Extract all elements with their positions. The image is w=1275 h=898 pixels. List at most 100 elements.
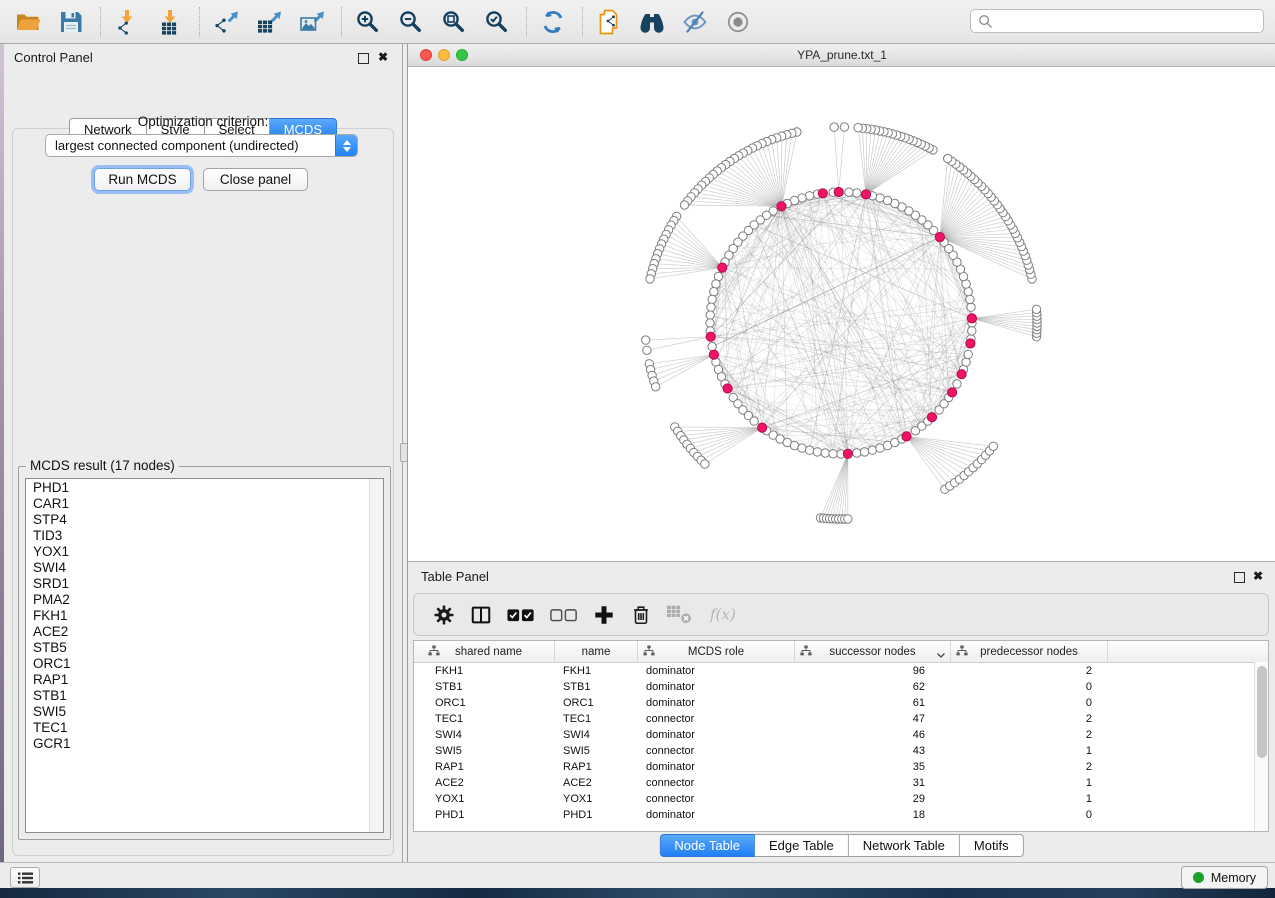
import-network-icon[interactable] bbox=[111, 6, 143, 38]
function-builder-icon: f(x) bbox=[708, 602, 742, 628]
list-item[interactable]: TID3 bbox=[26, 528, 383, 544]
close-panel-button[interactable]: Close panel bbox=[203, 168, 308, 191]
table-row[interactable]: YOX1YOX1connector291 bbox=[414, 791, 1268, 807]
table-cell: SWI4 bbox=[555, 729, 638, 741]
table-cell: PHD1 bbox=[423, 809, 555, 821]
table-cell: 2 bbox=[951, 761, 1108, 773]
list-item[interactable]: STP4 bbox=[26, 512, 383, 528]
import-table-icon[interactable] bbox=[154, 6, 186, 38]
zoom-selected-icon[interactable] bbox=[481, 6, 513, 38]
show-graphics-icon[interactable] bbox=[722, 6, 754, 38]
deselect-all-icon[interactable] bbox=[550, 602, 578, 628]
table-row[interactable]: STB1STB1dominator620 bbox=[414, 679, 1268, 695]
table-row[interactable]: FKH1FKH1dominator962 bbox=[414, 663, 1268, 679]
zoom-in-icon[interactable] bbox=[352, 6, 384, 38]
column-header-name[interactable]: name bbox=[555, 641, 638, 662]
criterion-dropdown-value: largest connected component (undirected) bbox=[46, 138, 335, 153]
table-row[interactable]: ORC1ORC1dominator610 bbox=[414, 695, 1268, 711]
table-scrollbar[interactable] bbox=[1254, 662, 1268, 831]
table-options-gear-icon[interactable] bbox=[433, 602, 455, 628]
zoom-traffic-light[interactable] bbox=[456, 49, 468, 61]
clone-network-icon[interactable] bbox=[593, 6, 625, 38]
run-mcds-button[interactable]: Run MCDS bbox=[94, 168, 191, 191]
table-cell: 31 bbox=[795, 777, 951, 789]
task-history-button[interactable] bbox=[10, 867, 40, 888]
zoom-fit-icon[interactable] bbox=[438, 6, 470, 38]
show-columns-icon[interactable] bbox=[470, 602, 492, 628]
list-item[interactable]: FKH1 bbox=[26, 608, 383, 624]
search-box[interactable] bbox=[970, 9, 1264, 33]
list-item[interactable]: SRD1 bbox=[26, 576, 383, 592]
table-cell: 35 bbox=[795, 761, 951, 773]
refresh-icon[interactable] bbox=[537, 6, 569, 38]
column-header-predecessor-nodes[interactable]: predecessor nodes bbox=[951, 641, 1108, 662]
criterion-dropdown[interactable]: largest connected component (undirected) bbox=[45, 134, 358, 157]
export-network-icon[interactable] bbox=[210, 6, 242, 38]
list-item[interactable]: PHD1 bbox=[26, 480, 383, 496]
table-cell: dominator bbox=[638, 665, 795, 677]
mcds-result-scrollbar[interactable] bbox=[369, 479, 383, 832]
column-header-label: shared name bbox=[455, 646, 522, 658]
search-input[interactable] bbox=[993, 13, 1263, 29]
mcds-result-group-title: MCDS result (17 nodes) bbox=[26, 458, 179, 473]
float-panel-icon[interactable] bbox=[358, 51, 369, 69]
column-header-mcds-role[interactable]: MCDS role bbox=[638, 641, 795, 662]
column-header-shared-name[interactable]: shared name bbox=[423, 641, 555, 662]
list-item[interactable]: SWI5 bbox=[26, 704, 383, 720]
column-header-successor-nodes[interactable]: successor nodes bbox=[795, 641, 951, 662]
add-column-icon[interactable] bbox=[593, 602, 615, 628]
column-type-icon bbox=[956, 645, 968, 660]
table-row[interactable]: TEC1TEC1connector472 bbox=[414, 711, 1268, 727]
network-window-titlebar[interactable]: YPA_prune.txt_1 bbox=[408, 44, 1275, 67]
table-cell: SWI4 bbox=[423, 729, 555, 741]
save-session-icon[interactable] bbox=[55, 6, 87, 38]
table-float-panel-icon[interactable] bbox=[1234, 570, 1245, 588]
tab-edge-table[interactable]: Edge Table bbox=[755, 834, 849, 857]
minimize-traffic-light[interactable] bbox=[438, 49, 450, 61]
export-table-icon[interactable] bbox=[253, 6, 285, 38]
memory-button[interactable]: Memory bbox=[1181, 866, 1268, 889]
tab-node-table[interactable]: Node Table bbox=[659, 834, 755, 857]
network-graph-svg[interactable] bbox=[408, 67, 1275, 561]
table-row[interactable]: SWI5SWI5connector431 bbox=[414, 743, 1268, 759]
close-panel-icon[interactable]: ✖ bbox=[378, 51, 388, 63]
table-row[interactable]: SWI4SWI4dominator462 bbox=[414, 727, 1268, 743]
list-item[interactable]: ORC1 bbox=[26, 656, 383, 672]
table-cell: FKH1 bbox=[423, 665, 555, 677]
desktop-wallpaper-bottom bbox=[0, 888, 1275, 898]
list-item[interactable]: STB5 bbox=[26, 640, 383, 656]
list-item[interactable]: RAP1 bbox=[26, 672, 383, 688]
open-file-icon[interactable] bbox=[12, 6, 44, 38]
list-item[interactable]: STB1 bbox=[26, 688, 383, 704]
list-item[interactable]: SWI4 bbox=[26, 560, 383, 576]
zoom-out-icon[interactable] bbox=[395, 6, 427, 38]
table-row[interactable]: ACE2ACE2connector311 bbox=[414, 775, 1268, 791]
column-type-icon bbox=[428, 645, 440, 660]
network-canvas[interactable] bbox=[408, 67, 1275, 561]
list-item[interactable]: ACE2 bbox=[26, 624, 383, 640]
network-leaf-nodes[interactable] bbox=[642, 123, 1042, 523]
table-cell: dominator bbox=[638, 681, 795, 693]
export-image-icon[interactable] bbox=[296, 6, 328, 38]
table-row[interactable]: RAP1RAP1dominator352 bbox=[414, 759, 1268, 775]
list-item[interactable]: TEC1 bbox=[26, 720, 383, 736]
mcds-result-group: MCDS result (17 nodes) PHD1CAR1STP4TID3Y… bbox=[18, 466, 391, 840]
hide-graphics-icon[interactable] bbox=[679, 6, 711, 38]
select-all-icon[interactable] bbox=[507, 602, 535, 628]
list-item[interactable]: GCR1 bbox=[26, 736, 383, 752]
close-traffic-light[interactable] bbox=[420, 49, 432, 61]
tab-network-table[interactable]: Network Table bbox=[849, 834, 960, 857]
mcds-result-list[interactable]: PHD1CAR1STP4TID3YOX1SWI4SRD1PMA2FKH1ACE2… bbox=[25, 478, 384, 833]
delete-column-icon[interactable] bbox=[630, 602, 652, 628]
list-item[interactable]: PMA2 bbox=[26, 592, 383, 608]
tab-motifs[interactable]: Motifs bbox=[960, 834, 1024, 857]
table-scrollbar-thumb[interactable] bbox=[1257, 666, 1267, 758]
table-close-panel-icon[interactable]: ✖ bbox=[1253, 570, 1263, 582]
table-cell: FKH1 bbox=[555, 665, 638, 677]
search-network-icon[interactable] bbox=[636, 6, 668, 38]
table-cell: RAP1 bbox=[423, 761, 555, 773]
table-row[interactable]: PHD1PHD1dominator180 bbox=[414, 807, 1268, 823]
list-item[interactable]: CAR1 bbox=[26, 496, 383, 512]
list-item[interactable]: YOX1 bbox=[26, 544, 383, 560]
search-icon bbox=[978, 14, 993, 29]
